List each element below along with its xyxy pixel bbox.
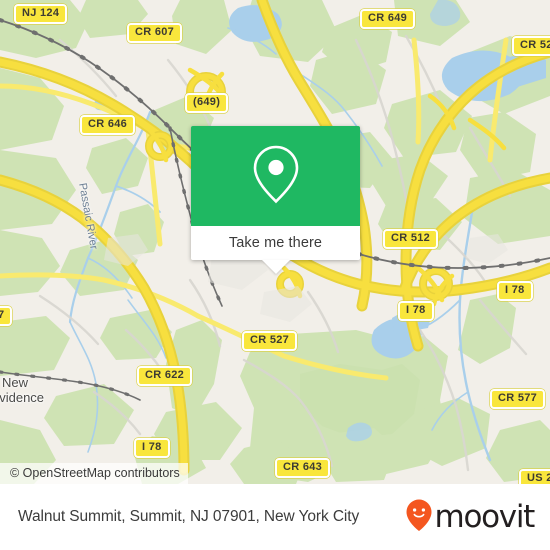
map-pin-icon — [250, 143, 302, 210]
place-label: New — [2, 375, 29, 390]
road-shield: CR 649 — [360, 9, 416, 29]
road-shield: (649) — [185, 93, 229, 113]
map-canvas[interactable]: .hw { stroke:#f7df3f; stroke-linecap:rou… — [0, 0, 550, 484]
road-shield: I 78 — [497, 281, 533, 301]
moovit-smiley-pin-icon — [405, 498, 433, 537]
road-shield: I 78 — [134, 438, 170, 458]
road-shield: CR 622 — [137, 366, 193, 386]
place-label: ovidence — [0, 390, 45, 405]
road-shield: 7 — [0, 306, 13, 326]
popup-cta-label: Take me there — [228, 235, 323, 251]
moovit-wordmark: moovit — [434, 498, 536, 535]
road-shield: CR 646 — [80, 115, 136, 135]
road-shield: US 2 — [519, 469, 550, 484]
popup-cta[interactable]: Take me there — [191, 226, 360, 274]
moovit-logo[interactable]: moovit — [405, 498, 536, 537]
road-shield: CR 527 — [242, 331, 298, 351]
road-shield: NJ 124 — [14, 4, 68, 24]
location-address: Walnut Summit, Summit, NJ 07901, New Yor… — [18, 508, 360, 525]
popup-pointer-tail — [261, 260, 290, 274]
road-shield: CR 607 — [127, 23, 183, 43]
location-popup-card[interactable]: Take me there — [191, 126, 360, 274]
popup-pin-area — [191, 126, 360, 226]
map-attribution[interactable]: © OpenStreetMap contributors — [0, 463, 188, 484]
moovit-location-card: .hw { stroke:#f7df3f; stroke-linecap:rou… — [0, 0, 550, 550]
road-shield: CR 527 — [512, 36, 550, 56]
road-shield: CR 512 — [383, 229, 439, 249]
footer-bar: Walnut Summit, Summit, NJ 07901, New Yor… — [0, 484, 550, 550]
road-shield: I 78 — [398, 301, 434, 321]
road-shield: CR 577 — [490, 389, 546, 409]
road-shield: CR 643 — [275, 458, 331, 478]
